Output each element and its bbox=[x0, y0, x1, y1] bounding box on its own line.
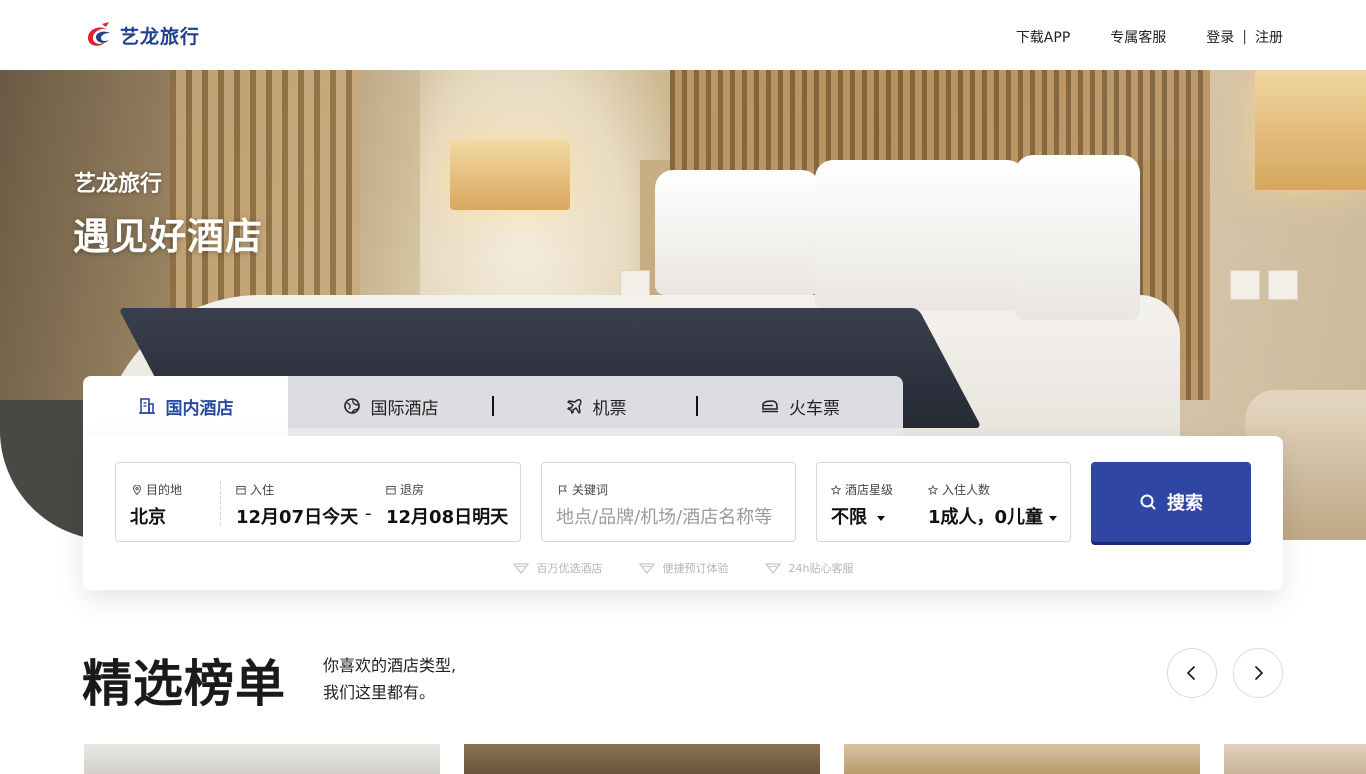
hotel-card[interactable] bbox=[1224, 744, 1366, 774]
hero-photo-lamp-right bbox=[1255, 70, 1366, 190]
hotel-card[interactable] bbox=[84, 744, 440, 774]
search-button[interactable]: 搜索 bbox=[1091, 462, 1251, 542]
search-icon bbox=[1140, 494, 1156, 510]
wing-badge-icon bbox=[512, 563, 529, 574]
star-rating-label: 酒店星级 bbox=[831, 481, 893, 498]
tab-train-tickets[interactable]: 火车票 bbox=[698, 376, 903, 436]
feature-item: 24h贴心客服 bbox=[764, 560, 853, 576]
hotel-card[interactable] bbox=[464, 744, 820, 774]
calendar-icon bbox=[386, 485, 396, 494]
tab-label: 国内酒店 bbox=[165, 398, 234, 419]
chevron-down-icon bbox=[877, 515, 885, 521]
login-register-separator: | bbox=[1242, 29, 1247, 45]
hotel-card[interactable] bbox=[844, 744, 1200, 774]
hero-photo-pillow bbox=[815, 160, 1025, 310]
checkin-label: 入住 bbox=[236, 481, 274, 498]
field-divider bbox=[220, 481, 221, 525]
section-description: 你喜欢的酒店类型, 我们这里都有。 bbox=[323, 656, 457, 702]
download-app-link[interactable]: 下载APP bbox=[1016, 27, 1070, 47]
destination-date-box: 目的地 北京 入住 12月07日今天 - 退房 12月08日明天 bbox=[115, 462, 521, 542]
plane-icon bbox=[566, 399, 582, 414]
carousel-next-button[interactable] bbox=[1233, 648, 1283, 698]
hero-photo-lamp bbox=[450, 140, 570, 210]
flag-icon bbox=[559, 485, 567, 494]
globe-icon bbox=[343, 398, 360, 414]
login-link[interactable]: 登录 bbox=[1206, 27, 1234, 47]
hero-photo-socket bbox=[1268, 270, 1298, 300]
chevron-right-icon bbox=[1255, 666, 1263, 680]
keyword-input[interactable]: 地点/品牌/机场/酒店名称等 bbox=[556, 503, 772, 529]
checkin-date-field[interactable]: 12月07日今天 bbox=[236, 503, 358, 529]
tab-flights[interactable]: 机票 bbox=[493, 376, 698, 436]
star-icon bbox=[928, 484, 938, 495]
feature-item: 便捷预订体验 bbox=[638, 560, 729, 576]
hero-photo-pillow bbox=[1015, 155, 1140, 320]
wing-badge-icon bbox=[638, 563, 655, 574]
star-icon bbox=[831, 484, 841, 495]
hero-photo-pillow bbox=[655, 170, 820, 295]
chevron-down-icon bbox=[1049, 515, 1058, 521]
hero-photo-socket bbox=[1230, 270, 1260, 300]
building-icon bbox=[138, 398, 155, 414]
hero-title: 遇见好酒店 bbox=[73, 215, 263, 258]
tab-label: 机票 bbox=[592, 398, 627, 419]
star-guests-box: 酒店星级 不限 入住人数 1成人，0儿童 bbox=[816, 462, 1071, 542]
logo-mark-icon bbox=[88, 22, 110, 46]
checkout-date-field[interactable]: 12月08日明天 bbox=[386, 503, 508, 529]
logo[interactable]: 艺龙旅行 bbox=[82, 20, 200, 50]
register-link[interactable]: 注册 bbox=[1255, 27, 1283, 47]
feature-item: 百万优选酒店 bbox=[512, 560, 603, 576]
tab-international-hotel[interactable]: 国际酒店 bbox=[288, 376, 493, 436]
calendar-icon bbox=[236, 485, 246, 494]
tab-label: 火车票 bbox=[789, 398, 840, 419]
carousel-prev-button[interactable] bbox=[1167, 648, 1217, 698]
location-pin-icon bbox=[132, 484, 142, 495]
logo-text: 艺龙旅行 bbox=[120, 25, 201, 48]
date-range-separator: - bbox=[365, 503, 372, 524]
hotel-search-panel: 目的地 北京 入住 12月07日今天 - 退房 12月08日明天 关键词 地点/… bbox=[83, 436, 1283, 590]
tab-domestic-hotel[interactable]: 国内酒店 bbox=[83, 376, 288, 436]
tab-divider bbox=[696, 396, 698, 416]
guests-label: 入住人数 bbox=[928, 481, 990, 498]
hero-subtitle: 艺龙旅行 bbox=[74, 172, 163, 197]
keyword-label: 关键词 bbox=[558, 481, 608, 498]
product-tabs: 国内酒店 国际酒店 机票 火车票 bbox=[83, 376, 903, 436]
top-header: 艺龙旅行 下载APP 专属客服 登录 | 注册 bbox=[0, 0, 1366, 70]
keyword-box[interactable]: 关键词 地点/品牌/机场/酒店名称等 bbox=[541, 462, 796, 542]
tab-label: 国际酒店 bbox=[370, 398, 439, 419]
train-icon bbox=[762, 400, 778, 413]
star-rating-select[interactable]: 不限 bbox=[831, 503, 885, 529]
tab-divider bbox=[492, 396, 494, 416]
section-title: 精选榜单 bbox=[82, 655, 286, 713]
top-nav: 下载APP 专属客服 登录 | 注册 bbox=[976, 27, 1283, 47]
guests-select[interactable]: 1成人，0儿童 bbox=[928, 503, 1058, 529]
wing-badge-icon bbox=[764, 563, 781, 574]
chevron-left-icon bbox=[1187, 666, 1195, 680]
destination-field[interactable]: 北京 bbox=[130, 503, 166, 529]
customer-service-link[interactable]: 专属客服 bbox=[1110, 27, 1166, 47]
feature-highlights: 百万优选酒店 便捷预订体验 24h贴心客服 bbox=[83, 560, 1283, 576]
checkout-label: 退房 bbox=[386, 481, 424, 498]
destination-label: 目的地 bbox=[132, 481, 182, 498]
